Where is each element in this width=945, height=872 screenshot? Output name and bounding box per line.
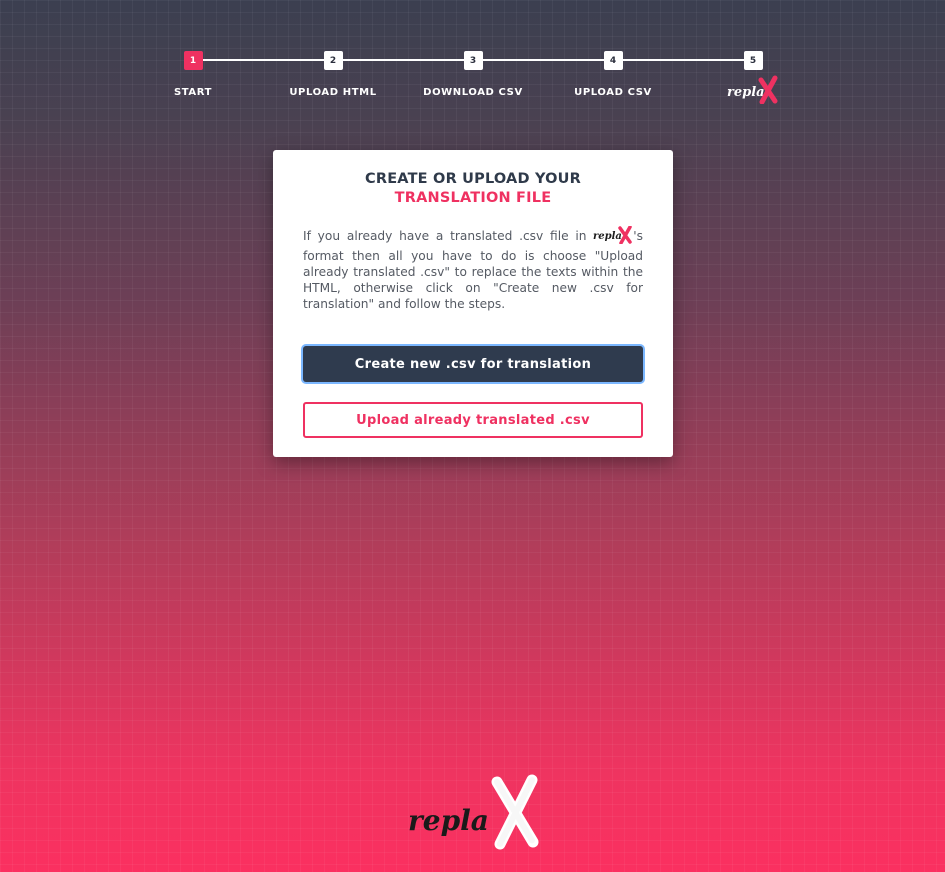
step-number: 4 [603, 51, 623, 70]
svg-text:repla: repla [727, 85, 765, 100]
replax-logo: repla [405, 772, 545, 852]
replax-logo-small: repla [725, 74, 781, 104]
card-description: If you already have a translated .csv fi… [303, 225, 643, 312]
replax-inline-logo: repla [593, 225, 633, 248]
step-label: UPLOAD HTML [289, 87, 377, 98]
svg-text:repla: repla [593, 231, 622, 242]
card-title-accent: TRANSLATION FILE [394, 190, 552, 206]
step-label: START [173, 87, 213, 98]
step-label: DOWNLOAD CSV [423, 87, 523, 98]
step-replax[interactable]: 5 repla [693, 51, 813, 104]
step-download-csv[interactable]: 3 DOWNLOAD CSV [413, 51, 533, 98]
create-csv-button[interactable]: Create new .csv for translation [303, 346, 643, 382]
svg-text:repla: repla [408, 804, 489, 837]
card-title: CREATE OR UPLOAD YOUR [364, 171, 581, 187]
step-label: UPLOAD CSV [574, 87, 652, 98]
step-upload-csv[interactable]: 4 UPLOAD CSV [553, 51, 673, 98]
step-number: 2 [323, 51, 343, 70]
translation-file-card: CREATE OR UPLOAD YOUR TRANSLATION FILE I… [273, 150, 673, 457]
step-start[interactable]: 1 START [133, 51, 253, 98]
upload-csv-button[interactable]: Upload already translated .csv [303, 402, 643, 438]
description-text-start: If you already have a translated .csv fi… [303, 229, 594, 243]
step-number: 5 [743, 51, 763, 70]
step-upload-html[interactable]: 2 UPLOAD HTML [273, 51, 393, 98]
step-number: 3 [463, 51, 483, 70]
step-number: 1 [183, 51, 203, 70]
progress-stepper: 1 START 2 UPLOAD HTML 3 DOWNLOAD CSV 4 U… [0, 0, 945, 120]
